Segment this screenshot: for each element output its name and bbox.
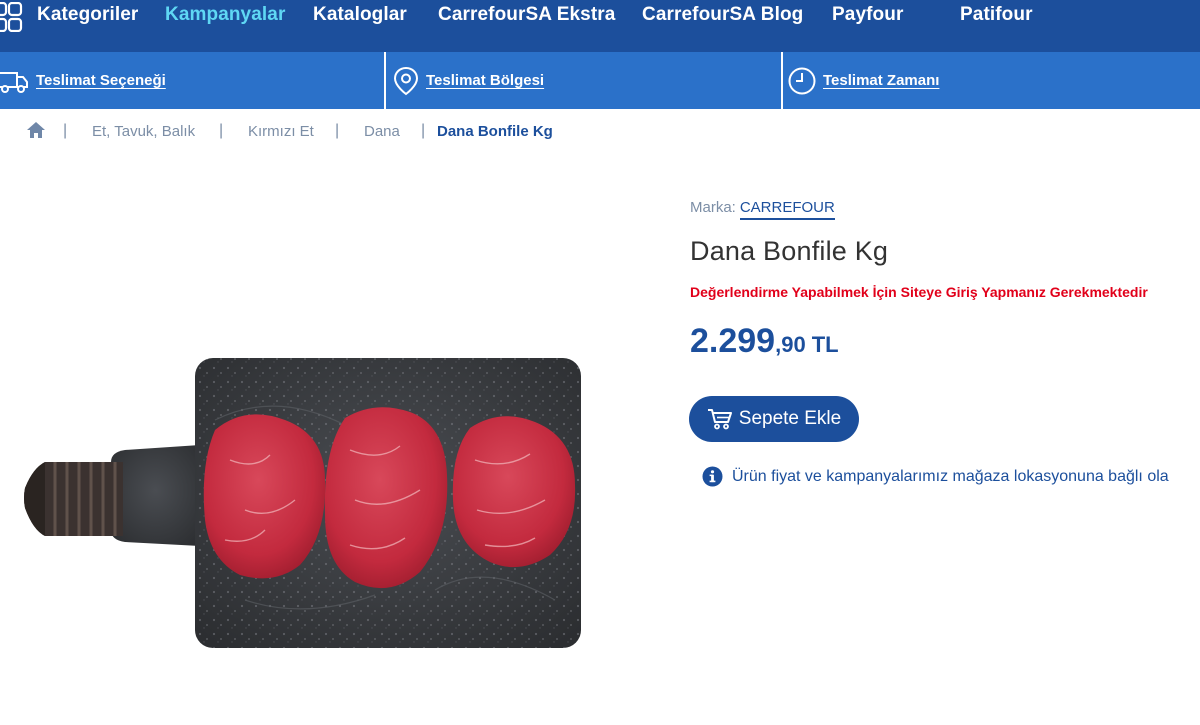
- breadcrumb-current: Dana Bonfile Kg: [437, 123, 553, 140]
- home-icon[interactable]: [26, 121, 46, 139]
- delivery-region-button[interactable]: Teslimat Bölgesi: [392, 52, 544, 109]
- nav-item-patifour[interactable]: Patifour: [960, 4, 1033, 26]
- clock-icon: [788, 67, 816, 94]
- price-integer: 2.299: [690, 322, 776, 360]
- nav-item-kampanyalar[interactable]: Kampanyalar: [165, 4, 285, 26]
- delivery-bar: Teslimat Seçeneği Teslimat Bölgesi Tesli…: [0, 52, 1200, 109]
- category-grid-icon[interactable]: [0, 2, 24, 32]
- delivery-time-label: Teslimat Zamanı: [823, 72, 940, 89]
- product-price: 2.299,90 TL: [690, 322, 839, 361]
- info-icon: [702, 466, 723, 487]
- top-navigation: Kategoriler Kampanyalar Kataloglar Carre…: [0, 0, 1200, 52]
- nav-item-payfour[interactable]: Payfour: [832, 4, 903, 26]
- location-pin-icon: [393, 66, 419, 95]
- delivery-time-button[interactable]: Teslimat Zamanı: [787, 52, 939, 109]
- meat-piece: [452, 416, 576, 568]
- rating-login-warning: Değerlendirme Yapabilmek İçin Siteye Gir…: [690, 284, 1148, 300]
- breadcrumb-separator: |: [63, 122, 68, 139]
- add-to-cart-button[interactable]: Sepete Ekle: [689, 396, 859, 442]
- breadcrumb-kirmizi-et[interactable]: Kırmızı Et: [248, 123, 314, 140]
- breadcrumb-separator: |: [335, 122, 340, 139]
- divider: [384, 52, 386, 109]
- breadcrumb-dana[interactable]: Dana: [364, 123, 400, 140]
- nav-item-kategoriler[interactable]: Kategoriler: [37, 4, 138, 26]
- price-info-note: Ürün fiyat ve kampanyalarımız mağaza lok…: [702, 465, 1200, 491]
- breadcrumb: | Et, Tavuk, Balık | Kırmızı Et | Dana |…: [0, 109, 1200, 153]
- delivery-region-label: Teslimat Bölgesi: [426, 72, 545, 89]
- brand-label: Marka:: [690, 199, 736, 216]
- nav-item-kataloglar[interactable]: Kataloglar: [313, 4, 407, 26]
- nav-item-carrefoursa-ekstra[interactable]: CarrefourSA Ekstra: [438, 4, 615, 26]
- breadcrumb-et-tavuk-balik[interactable]: Et, Tavuk, Balık: [92, 123, 195, 140]
- delivery-option-label: Teslimat Seçeneği: [36, 72, 166, 89]
- brand-line: Marka: CARREFOUR: [690, 199, 835, 220]
- breadcrumb-separator: |: [421, 122, 426, 139]
- brand-link[interactable]: CARREFOUR: [739, 199, 835, 220]
- cart-icon: [707, 409, 732, 430]
- meat-piece: [203, 414, 326, 579]
- price-decimal: ,90: [775, 332, 806, 357]
- product-title: Dana Bonfile Kg: [690, 236, 889, 266]
- add-to-cart-label: Sepete Ekle: [738, 408, 842, 429]
- nav-item-carrefoursa-blog[interactable]: CarrefourSA Blog: [642, 4, 803, 26]
- divider: [781, 52, 783, 109]
- price-info-text: Ürün fiyat ve kampanyalarımız mağaza lok…: [732, 468, 1169, 485]
- breadcrumb-separator: |: [219, 122, 224, 139]
- delivery-option-button[interactable]: Teslimat Seçeneği: [0, 52, 166, 109]
- truck-icon: [0, 71, 28, 93]
- price-currency: TL: [811, 332, 839, 357]
- product-image: [24, 358, 581, 648]
